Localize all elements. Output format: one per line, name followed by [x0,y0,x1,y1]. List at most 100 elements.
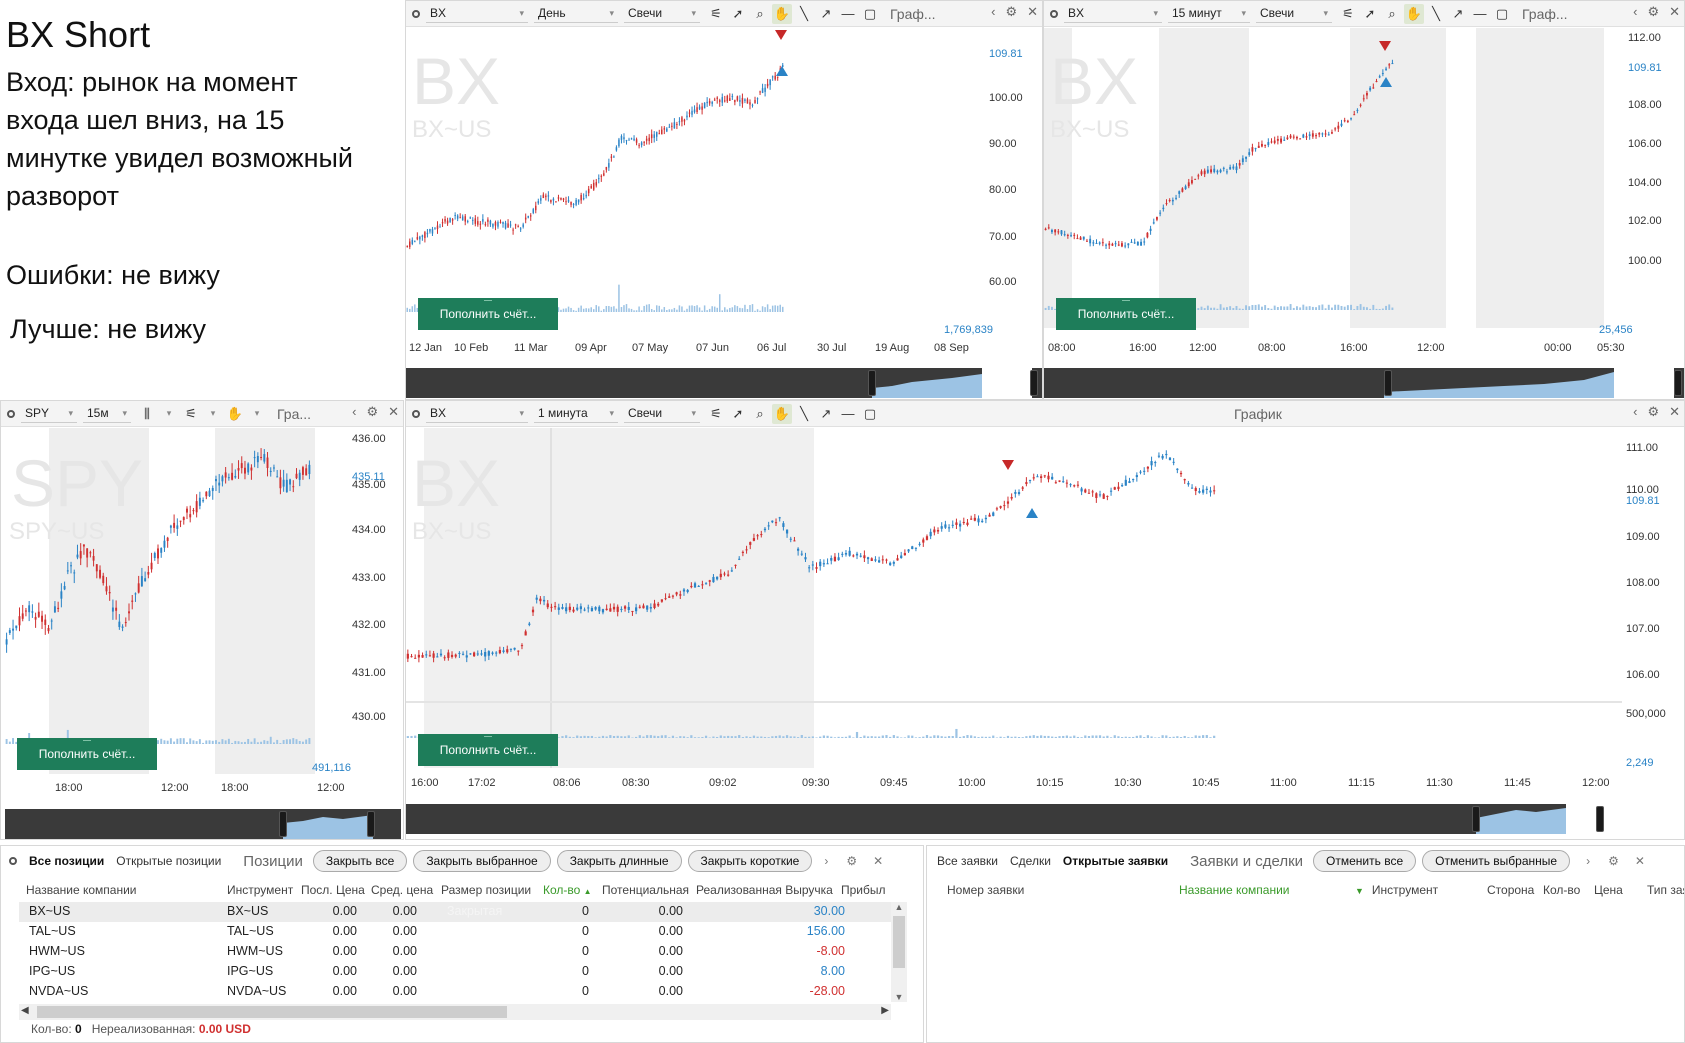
arrow-tool-icon[interactable]: ↗ [816,404,836,424]
close-icon[interactable]: ✕ [1669,404,1680,420]
navigator[interactable] [406,804,1682,834]
chevron-left-icon[interactable]: ‹ [1633,4,1637,20]
vertical-scrollbar[interactable]: ▲ ▼ [891,902,907,1002]
deposit-button[interactable]: Пополнить счёт... [418,298,558,330]
line-tool-icon[interactable]: ╲ [1426,4,1446,24]
close-icon[interactable]: ✕ [873,854,883,868]
symbol-select[interactable]: BX ▾ [426,404,528,423]
navigator-handle-right[interactable] [1030,370,1038,396]
rect-tool-icon[interactable]: ▢ [1492,4,1512,24]
interval-select[interactable]: 1 минута ▾ [534,404,618,423]
hand-icon[interactable]: ✋ [1404,3,1424,24]
col-side[interactable]: Сторона [1487,883,1534,899]
close-icon[interactable]: ✕ [1027,4,1038,20]
arrow-tool-icon[interactable]: ↗ [816,4,836,24]
tab-all-orders[interactable]: Все заявки [931,854,1004,868]
link-icon[interactable] [412,409,420,418]
col-order-type-visible[interactable]: Тип заявки [1647,883,1684,899]
tab-all-positions[interactable]: Все позиции [23,854,110,868]
symbol-select[interactable]: BX ▾ [1064,4,1162,23]
chevron-down-icon[interactable]: ▾ [159,404,179,424]
chart-plot[interactable]: BX BX~US 112.00 109.81 108.00 106.00 104… [1044,28,1684,368]
cursor-icon[interactable]: ➚ [728,404,748,424]
col-company[interactable]: Название компании [1179,883,1289,899]
navigator-handle-right[interactable] [1596,806,1604,832]
scroll-left-icon[interactable]: ◀ [21,1005,29,1016]
link-icon[interactable] [9,857,17,865]
chart-plot[interactable]: BX BX~US 109.81 100.00 90.00 80.00 70.00… [406,28,1042,368]
close-icon[interactable]: ✕ [1669,4,1680,20]
col-last-price[interactable]: Посл. Цена [301,883,365,899]
navigator-handle-right[interactable] [1674,370,1682,396]
cursor-icon[interactable]: ➚ [1360,4,1380,24]
hline-tool-icon[interactable]: — [1470,4,1490,24]
close-icon[interactable]: ✕ [388,404,399,420]
scroll-right-icon[interactable]: ▶ [881,1005,889,1016]
navigator[interactable] [1044,368,1684,398]
col-potential[interactable]: Потенциальная [602,883,689,899]
chart-type-select[interactable]: Свечи ▾ [624,4,700,23]
navigator-handle-left[interactable] [1384,370,1392,396]
gear-icon[interactable]: ⚙ [1647,404,1659,420]
tab-open-orders[interactable]: Открытые заявки [1057,854,1174,868]
chevron-down-icon[interactable]: ▾ [247,404,267,424]
cancel-all-button[interactable]: Отменить все [1313,850,1417,872]
zoom-icon[interactable]: ⌕ [1382,4,1402,24]
col-avg-price[interactable]: Сред. цена [371,883,433,899]
chevron-left-icon[interactable]: ‹ [1633,404,1637,420]
table-row[interactable]: HWM~US HWM~US 0.00 0.00 0 0.00 -8.00 [19,942,907,962]
table-row[interactable]: TAL~US TAL~US 0.00 0.00 0 0.00 156.00 [19,922,907,942]
navigator-handle-left[interactable] [279,811,287,837]
gear-icon[interactable]: ⚙ [366,404,378,420]
chevron-right-icon[interactable]: › [824,854,828,868]
cursor-icon[interactable]: ➚ [728,4,748,24]
link-icon[interactable] [7,409,15,418]
table-row[interactable]: BX~US BX~US 0.00 0.00 Закрытая 0 0.00 30… [19,902,907,922]
navigator-handle-right[interactable] [367,811,375,837]
hand-icon[interactable]: ✋ [772,403,792,424]
chart-type-select[interactable]: Свечи ▾ [1256,4,1332,23]
line-tool-icon[interactable]: ╲ [794,4,814,24]
gear-icon[interactable]: ⚙ [846,854,857,868]
scroll-thumb[interactable] [37,1006,507,1018]
deposit-button[interactable]: Пополнить счёт... [17,738,157,770]
gear-icon[interactable]: ⚙ [1647,4,1659,20]
chart-plot[interactable]: BX BX~US 111.00 110.00 109.81 109.00 108… [406,428,1684,808]
close-selected-button[interactable]: Закрыть выбранное [413,850,551,872]
tab-trades[interactable]: Сделки [1004,854,1057,868]
chevron-right-icon[interactable]: › [1586,854,1590,868]
rect-tool-icon[interactable]: ▢ [860,404,880,424]
col-price[interactable]: Цена [1594,883,1623,899]
col-company[interactable]: Название компании [26,883,136,899]
table-row[interactable]: NVDA~US NVDA~US 0.00 0.00 0 0.00 -28.00 [19,982,907,1002]
navigator[interactable] [406,368,1042,398]
chart-plot[interactable]: SPY SPY~US 436.00 435.11 435.00 434.00 4… [1,428,403,808]
hline-tool-icon[interactable]: — [838,4,858,24]
interval-select[interactable]: День ▾ [534,4,618,23]
cancel-selected-button[interactable]: Отменить выбранные [1422,850,1571,872]
navigator-handle-left[interactable] [1472,806,1480,832]
chevron-left-icon[interactable]: ‹ [352,404,356,420]
deposit-button[interactable]: Пополнить счёт... [418,734,558,766]
scroll-down-icon[interactable]: ▼ [891,992,907,1002]
close-short-button[interactable]: Закрыть короткие [687,850,813,872]
col-instrument[interactable]: Инструмент [227,883,293,899]
zoom-icon[interactable]: ⌕ [750,404,770,424]
col-order-number[interactable]: Номер заявки [947,883,1024,899]
indicators-icon[interactable]: ⚟ [181,404,201,424]
symbol-select[interactable]: BX ▾ [426,4,528,23]
interval-select[interactable]: 15м ▾ [83,404,131,423]
col-position-size[interactable]: Размер позиции [441,883,531,899]
indicators-icon[interactable]: ⚟ [706,4,726,24]
link-icon[interactable] [1050,9,1058,18]
link-icon[interactable] [412,9,420,18]
col-qty[interactable]: Кол-во [1543,883,1580,899]
gear-icon[interactable]: ⚙ [1005,4,1017,20]
table-row[interactable]: IPG~US IPG~US 0.00 0.00 0 0.00 8.00 [19,962,907,982]
chevron-down-icon[interactable]: ▾ [203,404,223,424]
indicators-icon[interactable]: ⚟ [706,404,726,424]
col-realized[interactable]: Реализованная Выручка [696,883,833,899]
line-tool-icon[interactable]: ╲ [794,404,814,424]
scroll-thumb[interactable] [893,916,905,968]
navigator[interactable] [5,809,401,839]
